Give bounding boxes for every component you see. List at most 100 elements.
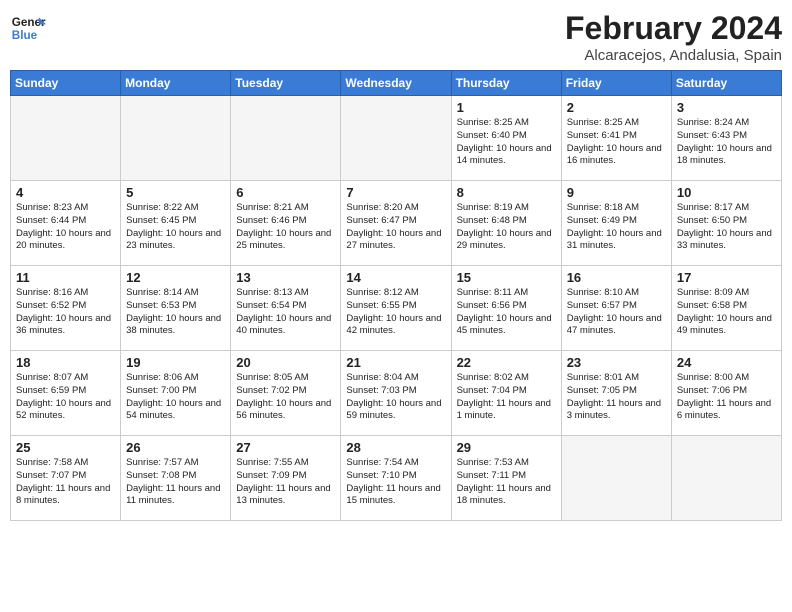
day-number: 25 bbox=[16, 440, 115, 455]
day-cell: 18 Sunrise: 8:07 AM Sunset: 6:59 PM Dayli… bbox=[11, 351, 121, 436]
week-row-3: 11 Sunrise: 8:16 AM Sunset: 6:52 PM Dayli… bbox=[11, 266, 782, 351]
day-info: Sunrise: 7:53 AM Sunset: 7:11 PM Dayligh… bbox=[457, 457, 556, 508]
day-number: 4 bbox=[16, 185, 115, 200]
day-cell: 28 Sunrise: 7:54 AM Sunset: 7:10 PM Dayli… bbox=[341, 436, 451, 521]
day-cell: 15 Sunrise: 8:11 AM Sunset: 6:56 PM Dayli… bbox=[451, 266, 561, 351]
day-info: Sunrise: 8:10 AM Sunset: 6:57 PM Dayligh… bbox=[567, 287, 666, 338]
day-number: 27 bbox=[236, 440, 335, 455]
day-info: Sunrise: 8:25 AM Sunset: 6:40 PM Dayligh… bbox=[457, 117, 556, 168]
day-cell: 13 Sunrise: 8:13 AM Sunset: 6:54 PM Dayli… bbox=[231, 266, 341, 351]
month-title: February 2024 bbox=[565, 10, 782, 47]
day-number: 14 bbox=[346, 270, 445, 285]
day-cell: 26 Sunrise: 7:57 AM Sunset: 7:08 PM Dayli… bbox=[121, 436, 231, 521]
day-cell: 8 Sunrise: 8:19 AM Sunset: 6:48 PM Daylig… bbox=[451, 181, 561, 266]
day-cell: 17 Sunrise: 8:09 AM Sunset: 6:58 PM Dayli… bbox=[671, 266, 781, 351]
day-cell bbox=[231, 96, 341, 181]
day-info: Sunrise: 8:12 AM Sunset: 6:55 PM Dayligh… bbox=[346, 287, 445, 338]
day-number: 19 bbox=[126, 355, 225, 370]
day-number: 26 bbox=[126, 440, 225, 455]
day-number: 17 bbox=[677, 270, 776, 285]
day-info: Sunrise: 8:01 AM Sunset: 7:05 PM Dayligh… bbox=[567, 372, 666, 423]
day-cell: 21Sunrise: 8:04 AM Sunset: 7:03 PM Dayli… bbox=[341, 351, 451, 436]
day-cell: 19 Sunrise: 8:06 AM Sunset: 7:00 PM Dayli… bbox=[121, 351, 231, 436]
day-cell: 3 Sunrise: 8:24 AM Sunset: 6:43 PM Daylig… bbox=[671, 96, 781, 181]
day-cell: 5Sunrise: 8:22 AM Sunset: 6:45 PM Daylig… bbox=[121, 181, 231, 266]
day-cell: 9Sunrise: 8:18 AM Sunset: 6:49 PM Daylig… bbox=[561, 181, 671, 266]
day-cell: 7 Sunrise: 8:20 AM Sunset: 6:47 PM Daylig… bbox=[341, 181, 451, 266]
weekday-header-monday: Monday bbox=[121, 71, 231, 96]
page-header: General Blue February 2024 Alcaracejos, … bbox=[10, 10, 782, 64]
day-cell: 25 Sunrise: 7:58 AM Sunset: 7:07 PM Dayli… bbox=[11, 436, 121, 521]
day-number: 28 bbox=[346, 440, 445, 455]
title-block: February 2024 Alcaracejos, Andalusia, Sp… bbox=[565, 10, 782, 64]
svg-text:Blue: Blue bbox=[12, 29, 38, 42]
day-cell bbox=[671, 436, 781, 521]
day-number: 29 bbox=[457, 440, 556, 455]
logo: General Blue bbox=[10, 10, 46, 46]
weekday-header-row: SundayMondayTuesdayWednesdayThursdayFrid… bbox=[11, 71, 782, 96]
day-cell: 23 Sunrise: 8:01 AM Sunset: 7:05 PM Dayli… bbox=[561, 351, 671, 436]
day-info: Sunrise: 8:06 AM Sunset: 7:00 PM Dayligh… bbox=[126, 372, 225, 423]
calendar-table: SundayMondayTuesdayWednesdayThursdayFrid… bbox=[10, 70, 782, 521]
day-info: Sunrise: 8:18 AM Sunset: 6:49 PM Dayligh… bbox=[567, 202, 666, 253]
day-cell: 12Sunrise: 8:14 AM Sunset: 6:53 PM Dayli… bbox=[121, 266, 231, 351]
day-info: Sunrise: 7:57 AM Sunset: 7:08 PM Dayligh… bbox=[126, 457, 225, 508]
day-info: Sunrise: 8:09 AM Sunset: 6:58 PM Dayligh… bbox=[677, 287, 776, 338]
day-number: 15 bbox=[457, 270, 556, 285]
day-info: Sunrise: 8:05 AM Sunset: 7:02 PM Dayligh… bbox=[236, 372, 335, 423]
day-info: Sunrise: 7:54 AM Sunset: 7:10 PM Dayligh… bbox=[346, 457, 445, 508]
weekday-header-wednesday: Wednesday bbox=[341, 71, 451, 96]
week-row-1: 1 Sunrise: 8:25 AM Sunset: 6:40 PM Daylig… bbox=[11, 96, 782, 181]
day-number: 7 bbox=[346, 185, 445, 200]
weekday-header-tuesday: Tuesday bbox=[231, 71, 341, 96]
day-info: Sunrise: 8:21 AM Sunset: 6:46 PM Dayligh… bbox=[236, 202, 335, 253]
day-number: 23 bbox=[567, 355, 666, 370]
location: Alcaracejos, Andalusia, Spain bbox=[565, 47, 782, 64]
week-row-4: 18 Sunrise: 8:07 AM Sunset: 6:59 PM Dayli… bbox=[11, 351, 782, 436]
day-number: 10 bbox=[677, 185, 776, 200]
day-info: Sunrise: 8:00 AM Sunset: 7:06 PM Dayligh… bbox=[677, 372, 776, 423]
day-cell: 11 Sunrise: 8:16 AM Sunset: 6:52 PM Dayli… bbox=[11, 266, 121, 351]
day-info: Sunrise: 8:11 AM Sunset: 6:56 PM Dayligh… bbox=[457, 287, 556, 338]
day-info: Sunrise: 8:19 AM Sunset: 6:48 PM Dayligh… bbox=[457, 202, 556, 253]
day-info: Sunrise: 8:04 AM Sunset: 7:03 PM Dayligh… bbox=[346, 372, 445, 423]
day-info: Sunrise: 8:02 AM Sunset: 7:04 PM Dayligh… bbox=[457, 372, 556, 423]
day-cell: 2Sunrise: 8:25 AM Sunset: 6:41 PM Daylig… bbox=[561, 96, 671, 181]
day-cell bbox=[11, 96, 121, 181]
weekday-header-thursday: Thursday bbox=[451, 71, 561, 96]
day-number: 13 bbox=[236, 270, 335, 285]
day-number: 11 bbox=[16, 270, 115, 285]
day-cell bbox=[561, 436, 671, 521]
day-info: Sunrise: 8:16 AM Sunset: 6:52 PM Dayligh… bbox=[16, 287, 115, 338]
day-info: Sunrise: 8:07 AM Sunset: 6:59 PM Dayligh… bbox=[16, 372, 115, 423]
day-info: Sunrise: 8:25 AM Sunset: 6:41 PM Dayligh… bbox=[567, 117, 666, 168]
day-info: Sunrise: 7:58 AM Sunset: 7:07 PM Dayligh… bbox=[16, 457, 115, 508]
day-number: 8 bbox=[457, 185, 556, 200]
day-number: 18 bbox=[16, 355, 115, 370]
week-row-5: 25 Sunrise: 7:58 AM Sunset: 7:07 PM Dayli… bbox=[11, 436, 782, 521]
day-info: Sunrise: 8:17 AM Sunset: 6:50 PM Dayligh… bbox=[677, 202, 776, 253]
day-cell: 16 Sunrise: 8:10 AM Sunset: 6:57 PM Dayli… bbox=[561, 266, 671, 351]
day-cell: 20Sunrise: 8:05 AM Sunset: 7:02 PM Dayli… bbox=[231, 351, 341, 436]
day-number: 1 bbox=[457, 100, 556, 115]
day-cell: 24 Sunrise: 8:00 AM Sunset: 7:06 PM Dayli… bbox=[671, 351, 781, 436]
day-number: 3 bbox=[677, 100, 776, 115]
day-info: Sunrise: 8:20 AM Sunset: 6:47 PM Dayligh… bbox=[346, 202, 445, 253]
day-cell: 6Sunrise: 8:21 AM Sunset: 6:46 PM Daylig… bbox=[231, 181, 341, 266]
day-number: 22 bbox=[457, 355, 556, 370]
day-cell: 4 Sunrise: 8:23 AM Sunset: 6:44 PM Daylig… bbox=[11, 181, 121, 266]
week-row-2: 4 Sunrise: 8:23 AM Sunset: 6:44 PM Daylig… bbox=[11, 181, 782, 266]
day-info: Sunrise: 8:23 AM Sunset: 6:44 PM Dayligh… bbox=[16, 202, 115, 253]
day-cell: 10 Sunrise: 8:17 AM Sunset: 6:50 PM Dayli… bbox=[671, 181, 781, 266]
day-cell: 22 Sunrise: 8:02 AM Sunset: 7:04 PM Dayli… bbox=[451, 351, 561, 436]
day-cell: 27 Sunrise: 7:55 AM Sunset: 7:09 PM Dayli… bbox=[231, 436, 341, 521]
day-info: Sunrise: 8:24 AM Sunset: 6:43 PM Dayligh… bbox=[677, 117, 776, 168]
day-number: 16 bbox=[567, 270, 666, 285]
weekday-header-friday: Friday bbox=[561, 71, 671, 96]
day-number: 24 bbox=[677, 355, 776, 370]
day-info: Sunrise: 8:13 AM Sunset: 6:54 PM Dayligh… bbox=[236, 287, 335, 338]
day-cell bbox=[121, 96, 231, 181]
day-info: Sunrise: 8:14 AM Sunset: 6:53 PM Dayligh… bbox=[126, 287, 225, 338]
day-number: 5 bbox=[126, 185, 225, 200]
day-info: Sunrise: 7:55 AM Sunset: 7:09 PM Dayligh… bbox=[236, 457, 335, 508]
